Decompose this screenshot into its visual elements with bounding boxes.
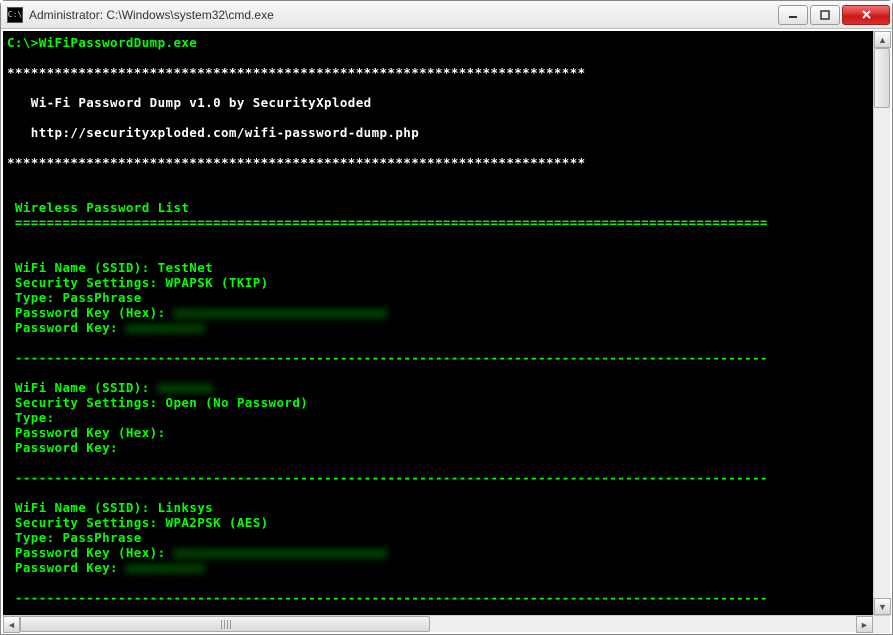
scroll-left-arrow-icon[interactable]: ◄: [3, 616, 20, 633]
scroll-track-h[interactable]: [20, 616, 856, 632]
horizontal-scrollbar[interactable]: ◄ ►: [3, 615, 890, 632]
titlebar[interactable]: C:\ Administrator: C:\Windows\system32\c…: [1, 1, 892, 29]
scroll-thumb-h[interactable]: [20, 616, 430, 632]
close-button[interactable]: [842, 5, 890, 25]
scroll-right-arrow-icon[interactable]: ►: [856, 616, 873, 633]
window-title: Administrator: C:\Windows\system32\cmd.e…: [29, 8, 778, 22]
scroll-corner: [873, 616, 890, 633]
window-controls: [778, 5, 890, 25]
scroll-track[interactable]: [874, 48, 890, 598]
console-area: C:\>WiFiPasswordDump.exe ***************…: [1, 29, 892, 634]
minimize-button[interactable]: [778, 5, 808, 25]
maximize-button[interactable]: [810, 5, 840, 25]
scroll-thumb[interactable]: [874, 48, 890, 108]
cmd-window: C:\ Administrator: C:\Windows\system32\c…: [0, 0, 893, 635]
vertical-scrollbar[interactable]: ▲ ▼: [873, 31, 890, 615]
scroll-down-arrow-icon[interactable]: ▼: [874, 598, 891, 615]
scroll-up-arrow-icon[interactable]: ▲: [874, 31, 891, 48]
cmd-icon: C:\: [7, 7, 23, 23]
console-output[interactable]: C:\>WiFiPasswordDump.exe ***************…: [3, 31, 873, 615]
